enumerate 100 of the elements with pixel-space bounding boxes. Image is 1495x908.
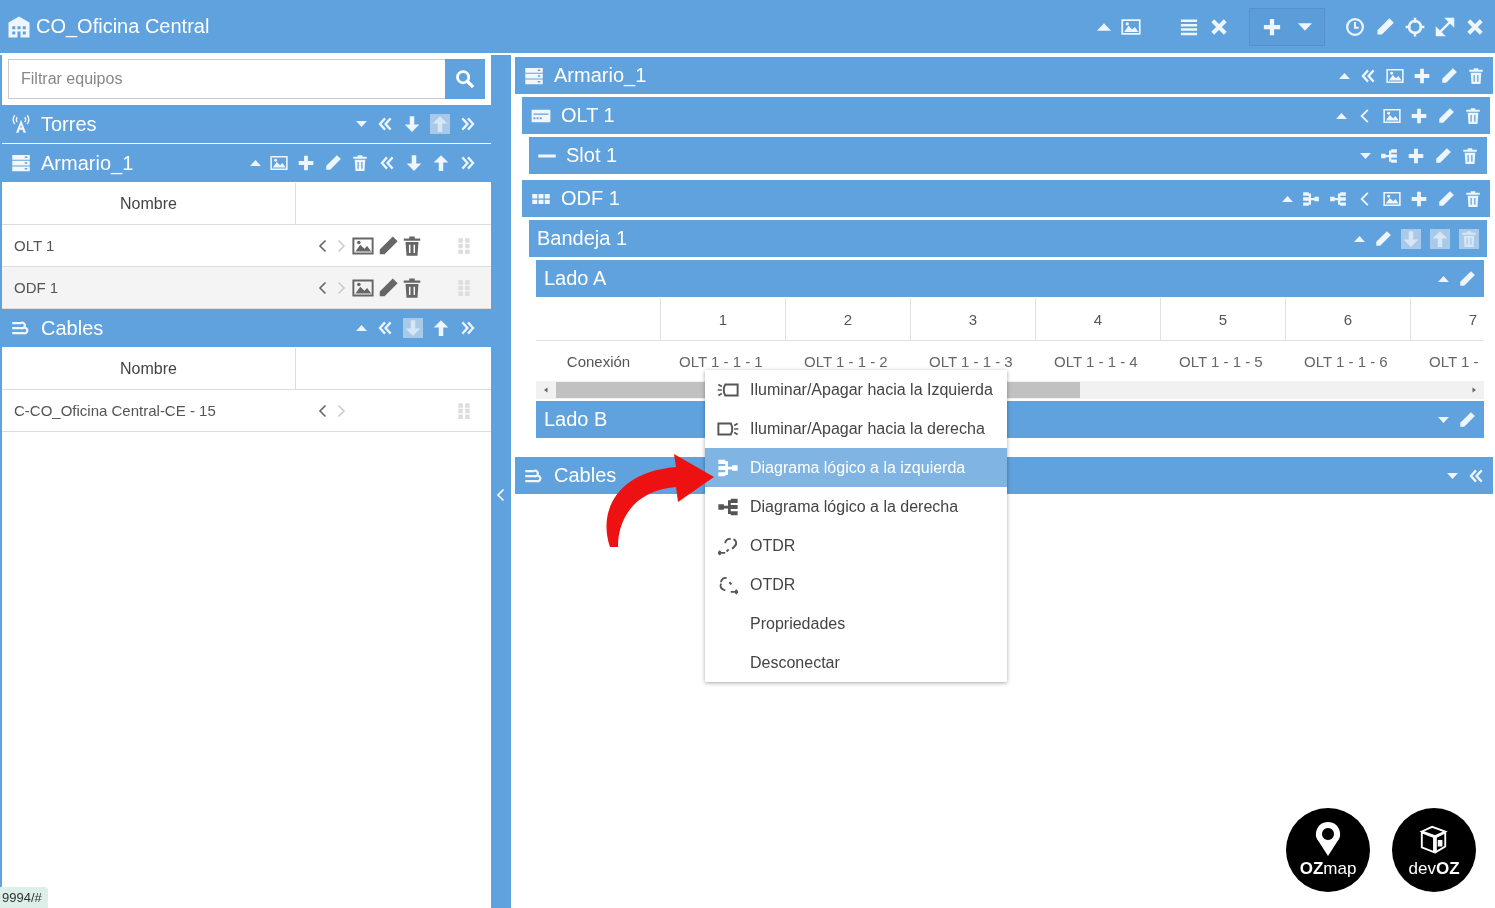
double-chevron-left-icon[interactable] bbox=[376, 115, 394, 133]
section-title: OLT 1 bbox=[561, 104, 615, 127]
tree-diagram-icon[interactable] bbox=[1380, 146, 1398, 165]
arrow-down-icon[interactable] bbox=[403, 115, 421, 133]
trash-icon[interactable] bbox=[1464, 189, 1482, 208]
section-header[interactable]: ODF 1 bbox=[522, 180, 1490, 218]
section-header[interactable]: Armario_1 bbox=[515, 57, 1493, 95]
logo-text: devOZ bbox=[1408, 859, 1460, 879]
menu-item[interactable]: Diagrama lógico a la izquierda bbox=[705, 448, 1007, 487]
table-cell-text: OLT 1 - 1 - 3 bbox=[928, 351, 1014, 372]
image-icon[interactable] bbox=[1383, 106, 1401, 125]
section-header[interactable]: Armario_1 bbox=[2, 144, 491, 183]
pencil-icon[interactable] bbox=[1375, 16, 1395, 37]
search-field[interactable]: Filtrar equipos bbox=[8, 59, 445, 99]
pencil-icon[interactable] bbox=[1458, 410, 1476, 429]
section-title: Cables bbox=[554, 464, 617, 487]
grip-icon[interactable] bbox=[455, 400, 473, 421]
plus-icon[interactable] bbox=[297, 154, 315, 172]
section-header[interactable]: Lado A bbox=[536, 260, 1484, 298]
menu-item[interactable]: Propriedades bbox=[705, 604, 1007, 643]
image-icon[interactable] bbox=[1121, 16, 1141, 37]
menu-item[interactable]: Desconectar bbox=[705, 643, 1007, 682]
arrow-up-icon[interactable] bbox=[432, 154, 450, 172]
plus-icon[interactable] bbox=[1407, 146, 1425, 165]
menu-item[interactable]: Diagrama lógico a la derecha bbox=[705, 487, 1007, 526]
column-header: Nombre bbox=[2, 183, 296, 224]
section-header[interactable]: Slot 1 bbox=[529, 137, 1487, 175]
caret-up-icon[interactable] bbox=[1282, 195, 1293, 202]
map-pin-icon bbox=[1313, 821, 1343, 857]
image-icon[interactable] bbox=[1386, 66, 1404, 85]
caret-up-icon[interactable] bbox=[250, 160, 261, 166]
section-header[interactable]: Cables bbox=[2, 309, 491, 348]
double-chevron-left-icon[interactable] bbox=[376, 319, 394, 337]
section-title: Lado A bbox=[544, 267, 607, 290]
server-rack-icon bbox=[10, 153, 32, 173]
plus-icon[interactable] bbox=[1410, 189, 1428, 208]
status-url: 9994/# bbox=[0, 887, 48, 908]
image-icon[interactable] bbox=[351, 276, 375, 299]
caret-down-icon[interactable] bbox=[1438, 416, 1449, 423]
pencil-icon[interactable] bbox=[324, 154, 342, 172]
trash-icon[interactable] bbox=[401, 276, 423, 299]
clock-icon[interactable] bbox=[1345, 16, 1365, 37]
double-chevron-right-icon[interactable] bbox=[459, 319, 477, 337]
trash-icon[interactable] bbox=[351, 154, 369, 172]
caret-up-icon[interactable] bbox=[356, 325, 367, 331]
tree-diagram-icon[interactable] bbox=[1329, 189, 1347, 208]
grip-icon[interactable] bbox=[455, 235, 473, 256]
menu-item[interactable]: OTDR bbox=[705, 565, 1007, 604]
crosshair-icon[interactable] bbox=[1405, 16, 1425, 37]
section-title: ODF 1 bbox=[561, 187, 620, 210]
arrow-up-icon[interactable] bbox=[432, 319, 450, 337]
trash-icon[interactable] bbox=[1467, 66, 1485, 85]
row-label: Conexión bbox=[565, 351, 632, 372]
pencil-icon[interactable] bbox=[1437, 106, 1455, 125]
search-button[interactable] bbox=[445, 59, 485, 99]
caret-down-icon[interactable] bbox=[1360, 152, 1371, 159]
section-header[interactable]: OLT 1 bbox=[522, 97, 1490, 135]
logo-text: OZmap bbox=[1299, 859, 1357, 879]
server-rack-icon bbox=[523, 65, 545, 86]
image-icon[interactable] bbox=[270, 154, 288, 172]
minus-icon bbox=[537, 153, 557, 158]
plus-icon[interactable] bbox=[1410, 106, 1428, 125]
double-chevron-left-icon[interactable] bbox=[378, 154, 396, 172]
table-cell-text: C-CO_Oficina Central-CE - 15 bbox=[13, 401, 217, 421]
pencil-icon[interactable] bbox=[377, 276, 399, 299]
tree-diagram-icon[interactable] bbox=[1302, 189, 1320, 208]
pencil-icon[interactable] bbox=[1374, 229, 1392, 248]
pencil-icon[interactable] bbox=[377, 234, 399, 257]
table-cell-text: OLT 1 - 1 - 1 bbox=[678, 351, 764, 372]
section-title: Slot 1 bbox=[566, 144, 618, 167]
section-header[interactable]: Bandeja 1 bbox=[529, 220, 1487, 258]
trash-icon[interactable] bbox=[401, 234, 423, 257]
column-header: 6 bbox=[1285, 298, 1410, 340]
arrow-down-icon[interactable] bbox=[405, 154, 423, 172]
image-icon[interactable] bbox=[1383, 189, 1401, 208]
caret-down-icon[interactable] bbox=[1447, 472, 1458, 479]
caret-up-icon[interactable] bbox=[1336, 112, 1347, 119]
trash-icon[interactable] bbox=[1464, 106, 1482, 125]
caret-up-icon[interactable] bbox=[1354, 235, 1365, 242]
section-title: Cables bbox=[41, 316, 104, 340]
section-title: Armario_1 bbox=[41, 151, 134, 175]
plus-icon[interactable] bbox=[1413, 66, 1431, 85]
menu-item[interactable]: OTDR bbox=[705, 526, 1007, 565]
caret-up-icon[interactable] bbox=[1339, 72, 1350, 79]
column-header: 3 bbox=[910, 298, 1035, 340]
pencil-icon[interactable] bbox=[1434, 146, 1452, 165]
double-chevron-right-icon[interactable] bbox=[459, 154, 477, 172]
pencil-icon[interactable] bbox=[1440, 66, 1458, 85]
pencil-icon[interactable] bbox=[1437, 189, 1455, 208]
column-header: Nombre bbox=[2, 348, 296, 389]
add-dropdown-button[interactable] bbox=[1249, 7, 1325, 46]
trash-icon[interactable] bbox=[1461, 146, 1479, 165]
caret-up-icon[interactable] bbox=[1097, 22, 1111, 31]
double-chevron-right-icon[interactable] bbox=[459, 115, 477, 133]
expand-icon[interactable] bbox=[1435, 16, 1455, 37]
image-icon[interactable] bbox=[351, 234, 375, 257]
section-header[interactable]: Torres bbox=[2, 105, 491, 144]
caret-up-icon[interactable] bbox=[1438, 275, 1449, 282]
caret-down-icon[interactable] bbox=[356, 121, 367, 127]
pencil-icon[interactable] bbox=[1458, 269, 1476, 288]
